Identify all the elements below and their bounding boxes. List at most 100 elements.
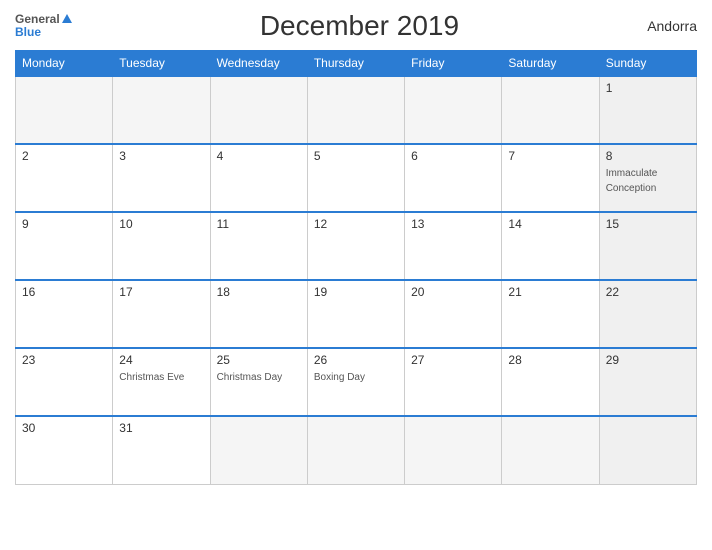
day-number: 18 bbox=[217, 285, 301, 299]
calendar-week-row: 2345678 Immaculate Conception bbox=[16, 144, 697, 212]
day-number: 4 bbox=[217, 149, 301, 163]
day-number: 14 bbox=[508, 217, 592, 231]
day-number: 24 bbox=[119, 353, 203, 367]
weekday-tuesday: Tuesday bbox=[113, 51, 210, 77]
weekday-friday: Friday bbox=[405, 51, 502, 77]
day-number: 10 bbox=[119, 217, 203, 231]
day-number: 31 bbox=[119, 421, 203, 435]
logo: GeneralBlue bbox=[15, 13, 72, 39]
calendar-day-cell: 29 bbox=[599, 348, 696, 416]
calendar-day-cell bbox=[599, 416, 696, 484]
day-number: 9 bbox=[22, 217, 106, 231]
calendar-day-cell: 13 bbox=[405, 212, 502, 280]
calendar-day-cell: 20 bbox=[405, 280, 502, 348]
day-number: 22 bbox=[606, 285, 690, 299]
calendar-day-cell: 16 bbox=[16, 280, 113, 348]
calendar-day-cell: 1 bbox=[599, 76, 696, 144]
calendar-day-cell: 23 bbox=[16, 348, 113, 416]
calendar-day-cell: 31 bbox=[113, 416, 210, 484]
weekday-wednesday: Wednesday bbox=[210, 51, 307, 77]
calendar-day-cell: 19 bbox=[307, 280, 404, 348]
calendar-title: December 2019 bbox=[260, 10, 459, 42]
calendar-day-cell bbox=[405, 76, 502, 144]
day-number: 13 bbox=[411, 217, 495, 231]
calendar-day-cell: 8 Immaculate Conception bbox=[599, 144, 696, 212]
header: GeneralBlue December 2019 Andorra bbox=[15, 10, 697, 42]
calendar-day-cell: 21 bbox=[502, 280, 599, 348]
calendar-day-cell: 6 bbox=[405, 144, 502, 212]
event-label: Boxing Day bbox=[314, 372, 365, 383]
event-label: Christmas Day bbox=[217, 372, 283, 383]
day-number: 27 bbox=[411, 353, 495, 367]
calendar-day-cell: 3 bbox=[113, 144, 210, 212]
calendar-day-cell: 5 bbox=[307, 144, 404, 212]
day-number: 2 bbox=[22, 149, 106, 163]
weekday-monday: Monday bbox=[16, 51, 113, 77]
calendar-day-cell bbox=[16, 76, 113, 144]
day-number: 15 bbox=[606, 217, 690, 231]
calendar-day-cell: 12 bbox=[307, 212, 404, 280]
calendar-day-cell: 17 bbox=[113, 280, 210, 348]
day-number: 12 bbox=[314, 217, 398, 231]
calendar-day-cell: 25 Christmas Day bbox=[210, 348, 307, 416]
calendar-table: MondayTuesdayWednesdayThursdayFridaySatu… bbox=[15, 50, 697, 485]
event-label: Christmas Eve bbox=[119, 372, 184, 383]
day-number: 16 bbox=[22, 285, 106, 299]
day-number: 26 bbox=[314, 353, 398, 367]
weekday-thursday: Thursday bbox=[307, 51, 404, 77]
day-number: 3 bbox=[119, 149, 203, 163]
calendar-day-cell: 10 bbox=[113, 212, 210, 280]
day-number: 20 bbox=[411, 285, 495, 299]
day-number: 25 bbox=[217, 353, 301, 367]
day-number: 8 bbox=[606, 149, 690, 163]
logo-triangle-icon bbox=[62, 14, 72, 23]
day-number: 19 bbox=[314, 285, 398, 299]
calendar-week-row: 16 17 18 19 20 21 22 bbox=[16, 280, 697, 348]
calendar-week-row: 23 24 Christmas Eve 25 Christmas Day 26 Boxing… bbox=[16, 348, 697, 416]
day-number: 28 bbox=[508, 353, 592, 367]
calendar-day-cell bbox=[210, 416, 307, 484]
day-number: 21 bbox=[508, 285, 592, 299]
weekday-saturday: Saturday bbox=[502, 51, 599, 77]
calendar-day-cell bbox=[405, 416, 502, 484]
calendar-body: 12345678Immaculate Conception91011121314… bbox=[16, 76, 697, 484]
day-number: 7 bbox=[508, 149, 592, 163]
calendar-day-cell: 18 bbox=[210, 280, 307, 348]
page: GeneralBlue December 2019 Andorra MondayTu… bbox=[0, 0, 712, 550]
calendar-day-cell: 14 bbox=[502, 212, 599, 280]
day-number: 1 bbox=[606, 81, 690, 95]
day-number: 29 bbox=[606, 353, 690, 367]
day-number: 6 bbox=[411, 149, 495, 163]
day-number: 17 bbox=[119, 285, 203, 299]
calendar-day-cell bbox=[502, 76, 599, 144]
calendar-day-cell bbox=[307, 76, 404, 144]
calendar-day-cell: 30 bbox=[16, 416, 113, 484]
calendar-day-cell: 24 Christmas Eve bbox=[113, 348, 210, 416]
calendar-week-row: 1 bbox=[16, 76, 697, 144]
region-label: Andorra bbox=[647, 18, 697, 34]
calendar-day-cell: 28 bbox=[502, 348, 599, 416]
calendar-header: MondayTuesdayWednesdayThursdayFridaySatu… bbox=[16, 51, 697, 77]
calendar-day-cell: 11 bbox=[210, 212, 307, 280]
event-label: Immaculate Conception bbox=[606, 168, 658, 194]
calendar-day-cell bbox=[210, 76, 307, 144]
calendar-day-cell: 22 bbox=[599, 280, 696, 348]
calendar-day-cell bbox=[307, 416, 404, 484]
calendar-day-cell: 2 bbox=[16, 144, 113, 212]
calendar-day-cell: 26 Boxing Day bbox=[307, 348, 404, 416]
weekday-row: MondayTuesdayWednesdayThursdayFridaySatu… bbox=[16, 51, 697, 77]
calendar-day-cell: 27 bbox=[405, 348, 502, 416]
day-number: 30 bbox=[22, 421, 106, 435]
weekday-sunday: Sunday bbox=[599, 51, 696, 77]
calendar-day-cell bbox=[113, 76, 210, 144]
calendar-day-cell bbox=[502, 416, 599, 484]
day-number: 11 bbox=[217, 217, 301, 231]
day-number: 5 bbox=[314, 149, 398, 163]
calendar-day-cell: 7 bbox=[502, 144, 599, 212]
calendar-week-row: 30 31 bbox=[16, 416, 697, 484]
calendar-week-row: 9 10 11 12 13 14 15 bbox=[16, 212, 697, 280]
calendar-day-cell: 4 bbox=[210, 144, 307, 212]
logo-blue-text: Blue bbox=[15, 26, 41, 39]
day-number: 23 bbox=[22, 353, 106, 367]
calendar-day-cell: 9 bbox=[16, 212, 113, 280]
